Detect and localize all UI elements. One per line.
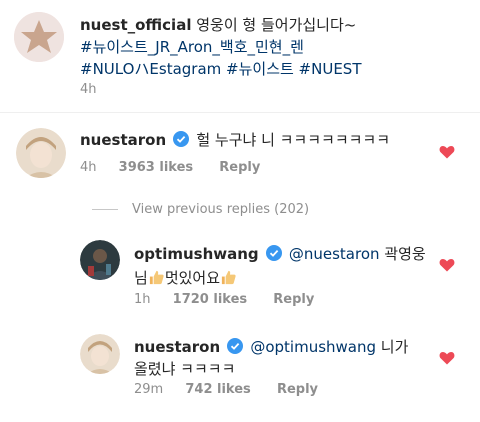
reply-avatar[interactable]: [80, 240, 120, 280]
reply-reply-button[interactable]: Reply: [277, 382, 318, 397]
reply-reply-button[interactable]: Reply: [273, 292, 314, 307]
heart-icon[interactable]: [439, 351, 455, 365]
post-avatar[interactable]: [14, 12, 64, 62]
heart-icon[interactable]: [439, 145, 455, 159]
reply-text-1: 곽영웅: [379, 245, 426, 263]
reply-mention[interactable]: @optimushwang: [250, 338, 376, 356]
reply-text-2b: 멋있어요: [164, 269, 221, 287]
reply-meta: 1h 1720 likes Reply: [134, 292, 314, 307]
divider: [0, 112, 480, 113]
hashtags-line-2[interactable]: #NULOハEstagram #뉴이스트 #NUEST: [80, 60, 362, 78]
reply-likes[interactable]: 1720 likes: [173, 292, 247, 307]
comment-meta: 4h 3963 likes Reply: [80, 160, 260, 175]
comment-timestamp: 4h: [80, 160, 97, 175]
verified-badge-icon: [265, 245, 282, 261]
reply-username[interactable]: nuestaron: [134, 338, 220, 356]
reply-row: nuestaron @optimushwang 니가 올렸냐 ㅋㅋㅋㅋ: [134, 336, 434, 380]
comment-row: nuestaron 헐 누구냐 니 ㅋㅋㅋㅋㅋㅋㅋㅋ: [80, 129, 420, 151]
reply-timestamp: 29m: [134, 382, 164, 397]
comment-avatar[interactable]: [16, 128, 66, 178]
thumbs-up-icon: [149, 270, 164, 285]
comment-reply-button[interactable]: Reply: [219, 160, 260, 175]
reply-username[interactable]: optimushwang: [134, 245, 259, 263]
comment-text: 헐 누구냐 니 ㅋㅋㅋㅋㅋㅋㅋㅋ: [196, 131, 391, 149]
reply-row: optimushwang @nuestaron 곽영웅 님 멋있어요: [134, 242, 434, 290]
reply-avatar[interactable]: [80, 334, 120, 374]
comment-username[interactable]: nuestaron: [80, 131, 166, 149]
post-timestamp: 4h: [80, 82, 97, 97]
reply-text-2a: 님: [134, 269, 148, 287]
reply-likes[interactable]: 742 likes: [185, 382, 250, 397]
post-caption: nuest_official 영웅이 형 들어가십니다~ #뉴이스트_JR_Ar…: [80, 14, 470, 80]
verified-badge-icon: [227, 338, 244, 354]
reply-text-2: 올렸냐 ㅋㅋㅋㅋ: [134, 360, 236, 378]
hashtags-line-1[interactable]: #뉴이스트_JR_Aron_백호_민현_렌: [80, 38, 304, 56]
reply-meta: 29m 742 likes Reply: [134, 382, 318, 397]
verified-badge-icon: [173, 131, 190, 147]
thumbs-up-icon: [221, 270, 236, 285]
heart-icon[interactable]: [439, 258, 455, 272]
reply-text-1: 니가: [376, 338, 409, 356]
comment-likes[interactable]: 3963 likes: [119, 160, 193, 175]
view-previous-replies[interactable]: View previous replies (202): [92, 202, 309, 217]
caption-text: 영웅이 형 들어가십니다~: [191, 16, 357, 34]
post-username[interactable]: nuest_official: [80, 16, 191, 34]
reply-timestamp: 1h: [134, 292, 151, 307]
divider-dash: [92, 209, 118, 210]
reply-mention[interactable]: @nuestaron: [289, 245, 380, 263]
